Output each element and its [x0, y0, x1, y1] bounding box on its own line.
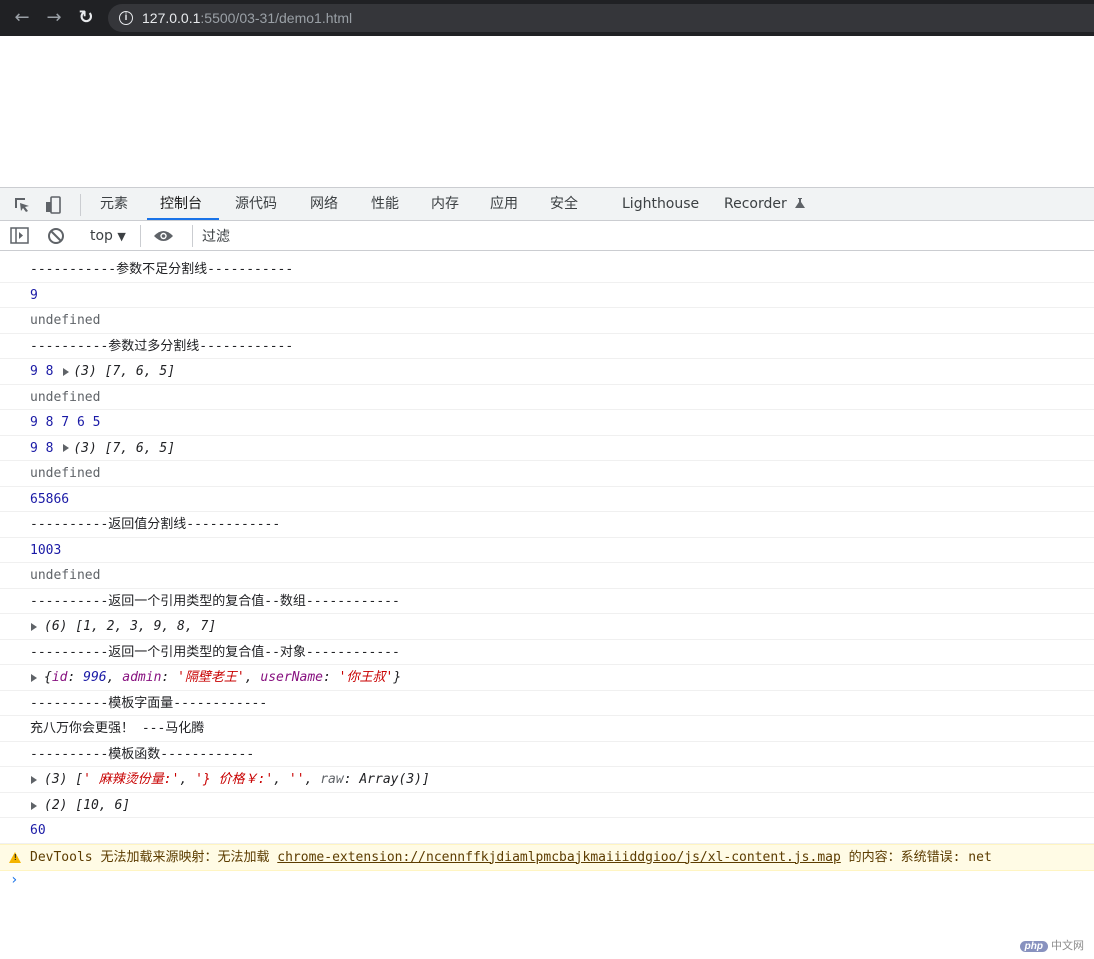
toolbar-separator — [140, 225, 141, 247]
expand-triangle-icon[interactable] — [31, 776, 37, 784]
sidebar-toggle-icon[interactable] — [10, 227, 29, 244]
value: 996 — [83, 670, 107, 685]
console-row: 9 8 7 6 5 — [0, 410, 1094, 436]
console-row: -----------参数不足分割线----------- — [0, 257, 1094, 283]
devtools-panel: 元素 控制台 源代码 网络 性能 内存 应用 安全 Lighthouse Rec… — [0, 187, 1094, 959]
filter-box — [192, 225, 1094, 249]
device-toolbar-icon[interactable] — [44, 195, 64, 215]
array-preview[interactable]: (3) [7, 6, 5] — [73, 364, 175, 379]
sourcemap-link[interactable]: chrome-extension://ncennffkjdiamlpmcbajk… — [277, 850, 841, 865]
console-row: ----------模板字面量------------ — [0, 691, 1094, 716]
devtools-tabbar: 元素 控制台 源代码 网络 性能 内存 应用 安全 Lighthouse Rec… — [0, 187, 1094, 221]
clear-console-icon[interactable] — [47, 227, 65, 245]
array-preview[interactable]: (3) [' 麻辣烫份量:', '} 价格￥:', '', raw: Array… — [44, 772, 430, 787]
console-row: 9 8 (3) [7, 6, 5] — [0, 436, 1094, 461]
chevron-down-icon: ▼ — [117, 230, 126, 243]
url-host: 127.0.0.1 — [142, 10, 201, 26]
console-row[interactable]: (2) [10, 6] — [0, 793, 1094, 818]
inspect-element-icon[interactable] — [12, 195, 32, 215]
console-row: 65866 — [0, 487, 1094, 512]
console-row: ----------参数过多分割线------------ — [0, 334, 1094, 359]
tabbar-separator — [80, 194, 81, 216]
forward-arrow-icon[interactable]: → — [44, 8, 64, 28]
brace: } — [393, 670, 402, 685]
expand-triangle-icon[interactable] — [31, 674, 37, 682]
experiment-flask-icon — [795, 198, 806, 208]
tab-console[interactable]: 控制台 — [160, 188, 202, 221]
key: id — [51, 670, 68, 685]
console-row: undefined — [0, 308, 1094, 334]
tab-recorder-label: Recorder — [724, 196, 787, 212]
console-row: ----------返回值分割线------------ — [0, 512, 1094, 538]
address-bar[interactable]: i 127.0.0.1:5500/03-31/demo1.html — [108, 4, 1094, 32]
console-row: ----------返回一个引用类型的复合值--数组------------ — [0, 589, 1094, 614]
warning-row: ! DevTools 无法加载来源映射：无法加载 chrome-extensio… — [0, 843, 1094, 871]
warning-text-tail: 的内容：系统错误: net — [848, 849, 992, 865]
console-row: 9 8 (3) [7, 6, 5] — [0, 359, 1094, 385]
url-path: :5500/03-31/demo1.html — [200, 10, 353, 26]
tab-sources[interactable]: 源代码 — [235, 188, 277, 221]
value: '你王叔' — [338, 670, 394, 685]
context-selector[interactable]: top ▼ — [90, 221, 126, 252]
log-values: 9 8 — [30, 364, 54, 379]
array-preview[interactable]: (6) [1, 2, 3, 9, 8, 7] — [44, 619, 216, 634]
brace: { — [44, 670, 52, 685]
url-text: 127.0.0.1:5500/03-31/demo1.html — [142, 4, 352, 32]
expand-triangle-icon[interactable] — [31, 801, 37, 810]
console-row: undefined — [0, 563, 1094, 589]
key: raw — [320, 772, 344, 787]
console-prompt-icon[interactable]: › — [10, 872, 18, 888]
value: '隔壁老王' — [177, 670, 245, 685]
live-expression-eye-icon[interactable] — [153, 229, 174, 243]
key: admin — [122, 670, 162, 685]
tab-performance[interactable]: 性能 — [371, 188, 399, 221]
watermark: php 中文网 — [1019, 937, 1084, 953]
console-messages: -----------参数不足分割线----------- 9 undefine… — [0, 257, 1094, 895]
tab-recorder[interactable]: Recorder — [724, 188, 806, 221]
value: ' 麻辣烫份量:' — [83, 772, 180, 787]
key: userName — [260, 670, 324, 685]
console-row: undefined — [0, 461, 1094, 487]
array-preview[interactable]: (3) [7, 6, 5] — [73, 441, 175, 456]
array-tail: ] — [421, 772, 430, 787]
reload-icon[interactable]: ↻ — [76, 8, 96, 28]
expand-triangle-icon[interactable] — [63, 367, 70, 376]
log-values: 9 8 — [30, 440, 54, 456]
tab-application[interactable]: 应用 — [490, 188, 518, 221]
console-row: 60 — [0, 818, 1094, 844]
tab-elements[interactable]: 元素 — [100, 188, 128, 221]
console-row: undefined — [0, 385, 1094, 410]
tab-network[interactable]: 网络 — [310, 188, 338, 221]
expand-triangle-icon[interactable] — [63, 444, 70, 452]
console-row: 1003 — [0, 538, 1094, 563]
watermark-site: 中文网 — [1051, 940, 1084, 952]
browser-toolbar: ← → ↻ i 127.0.0.1:5500/03-31/demo1.html — [0, 0, 1094, 36]
console-row[interactable]: {id: 996, admin: '隔壁老王', userName: '你王叔'… — [0, 665, 1094, 691]
warning-icon: ! — [9, 851, 21, 863]
console-row: 充八万你会更强！ ---马化腾 — [0, 716, 1094, 742]
tab-lighthouse[interactable]: Lighthouse — [622, 188, 699, 221]
back-arrow-icon[interactable]: ← — [12, 8, 32, 28]
console-toolbar: top ▼ — [0, 221, 1094, 251]
console-row[interactable]: (6) [1, 2, 3, 9, 8, 7] — [0, 614, 1094, 640]
value: Array(3) — [359, 772, 422, 787]
console-row: ----------模板函数------------ — [0, 742, 1094, 767]
active-tab-indicator — [147, 218, 219, 220]
site-info-icon[interactable]: i — [119, 11, 133, 25]
tab-security[interactable]: 安全 — [550, 188, 578, 221]
console-row: 9 — [0, 283, 1094, 308]
console-row: ----------返回一个引用类型的复合值--对象------------ — [0, 640, 1094, 665]
array-head: (3) [ — [44, 772, 84, 787]
array-preview[interactable]: (2) [10, 6] — [44, 798, 130, 813]
console-row[interactable]: (3) [' 麻辣烫份量:', '} 价格￥:', '', raw: Array… — [0, 767, 1094, 793]
php-logo-badge: php — [1019, 941, 1048, 952]
context-label: top — [90, 228, 113, 244]
warning-text: DevTools 无法加载来源映射：无法加载 — [30, 849, 270, 865]
value: '' — [288, 772, 305, 787]
object-preview[interactable]: {id: 996, admin: '隔壁老王', userName: '你王叔'… — [44, 670, 401, 685]
filter-input[interactable] — [193, 225, 804, 249]
tab-memory[interactable]: 内存 — [431, 188, 459, 221]
value: '} 价格￥:' — [195, 772, 274, 787]
expand-triangle-icon[interactable] — [31, 623, 37, 631]
